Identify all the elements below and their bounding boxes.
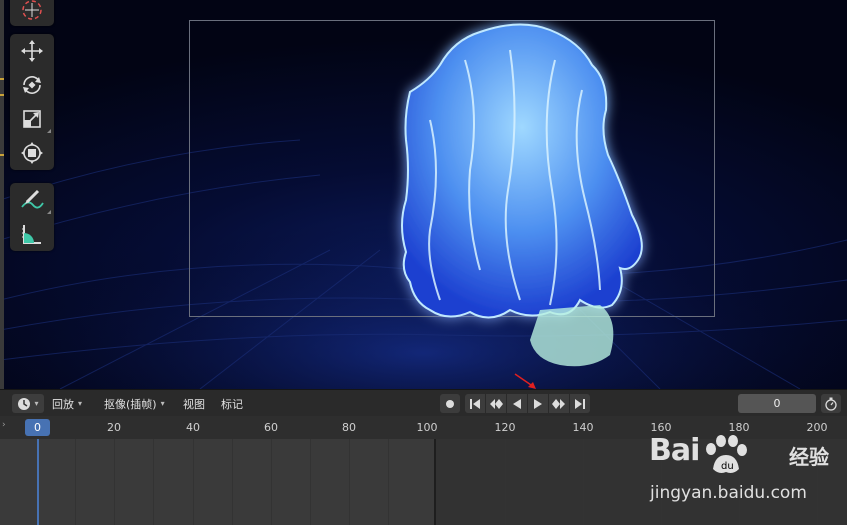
annotate-pencil-icon bbox=[21, 189, 44, 209]
chevron-down-icon: ▾ bbox=[78, 399, 83, 408]
transform-tool-group bbox=[10, 34, 54, 170]
jump-start-icon bbox=[470, 398, 480, 409]
playhead[interactable] bbox=[37, 439, 39, 525]
ruler-tick: 80 bbox=[342, 421, 356, 434]
ruler-tick: 100 bbox=[416, 421, 438, 434]
ruler-tick: 140 bbox=[572, 421, 594, 434]
ruler-tick: 120 bbox=[494, 421, 516, 434]
view-menu[interactable]: 视图 bbox=[183, 394, 205, 413]
ruler-tick: 40 bbox=[186, 421, 200, 434]
annotate-tool[interactable] bbox=[10, 183, 54, 217]
cloth-object[interactable] bbox=[370, 20, 670, 370]
playback-menu[interactable]: 回放 ▾ bbox=[52, 394, 83, 413]
transform-icon bbox=[21, 142, 43, 164]
keying-menu[interactable]: 抠像(插帧) ▾ bbox=[104, 394, 165, 413]
baidu-watermark: Bai du 经验 jingyan.baidu.com bbox=[645, 433, 845, 513]
ruler-current-frame[interactable]: 0 bbox=[25, 419, 50, 436]
chevron-down-icon: ▾ bbox=[34, 399, 39, 408]
annotate-tool-group bbox=[10, 183, 54, 251]
play-icon bbox=[534, 398, 542, 409]
jump-end-icon bbox=[575, 398, 585, 409]
watermark-brand: Bai bbox=[649, 433, 700, 468]
previous-keyframe-icon bbox=[490, 398, 503, 409]
stopwatch-button[interactable] bbox=[821, 394, 841, 413]
timeline-header: ▾ 回放 ▾ 抠像(插帧) ▾ 视图 标记 0 bbox=[0, 389, 847, 416]
cursor-icon bbox=[22, 0, 42, 20]
scale-icon bbox=[23, 110, 41, 128]
marker-menu-label: 标记 bbox=[221, 397, 243, 411]
stopwatch-icon bbox=[825, 397, 837, 411]
record-icon bbox=[446, 399, 454, 408]
ruler-tick: 60 bbox=[264, 421, 278, 434]
transform-tool[interactable] bbox=[10, 136, 54, 170]
play-reverse-button[interactable] bbox=[507, 394, 527, 413]
clock-icon bbox=[18, 397, 31, 410]
3d-viewport[interactable] bbox=[0, 0, 847, 389]
rotate-icon bbox=[23, 76, 41, 94]
watermark-url: jingyan.baidu.com bbox=[650, 483, 807, 503]
scale-tool[interactable] bbox=[10, 102, 54, 136]
move-icon bbox=[21, 40, 43, 62]
rotate-tool[interactable] bbox=[10, 68, 54, 102]
measure-ruler-icon bbox=[22, 225, 41, 244]
play-reverse-icon bbox=[513, 398, 521, 409]
marker-menu[interactable]: 标记 bbox=[221, 394, 243, 413]
next-keyframe-icon bbox=[552, 398, 565, 409]
paw-icon: du bbox=[706, 435, 747, 473]
jump-to-previous-keyframe-button[interactable] bbox=[486, 394, 506, 413]
view-menu-label: 视图 bbox=[183, 397, 205, 411]
keying-menu-label: 抠像(插帧) bbox=[104, 397, 157, 411]
ruler-tick: 20 bbox=[107, 421, 121, 434]
chevron-right-icon: › bbox=[2, 420, 6, 430]
move-tool[interactable] bbox=[10, 34, 54, 68]
cursor-tool-group bbox=[10, 0, 54, 26]
jump-to-start-button[interactable] bbox=[465, 394, 485, 413]
svg-text:du: du bbox=[721, 461, 734, 472]
editor-type-selector[interactable]: ▾ bbox=[12, 394, 44, 413]
record-button[interactable] bbox=[440, 394, 460, 413]
play-button[interactable] bbox=[528, 394, 548, 413]
watermark-jingyan: 经验 bbox=[789, 445, 829, 469]
playback-menu-label: 回放 bbox=[52, 397, 74, 411]
chevron-down-icon: ▾ bbox=[160, 399, 165, 408]
jump-to-next-keyframe-button[interactable] bbox=[549, 394, 569, 413]
current-frame-field[interactable]: 0 bbox=[738, 394, 816, 413]
left-edge-strip bbox=[0, 0, 4, 389]
jump-to-end-button[interactable] bbox=[570, 394, 590, 413]
measure-tool[interactable] bbox=[10, 217, 54, 251]
end-frame-line bbox=[434, 439, 436, 525]
cursor-tool[interactable] bbox=[10, 0, 54, 26]
annotation-arrow bbox=[514, 373, 536, 389]
